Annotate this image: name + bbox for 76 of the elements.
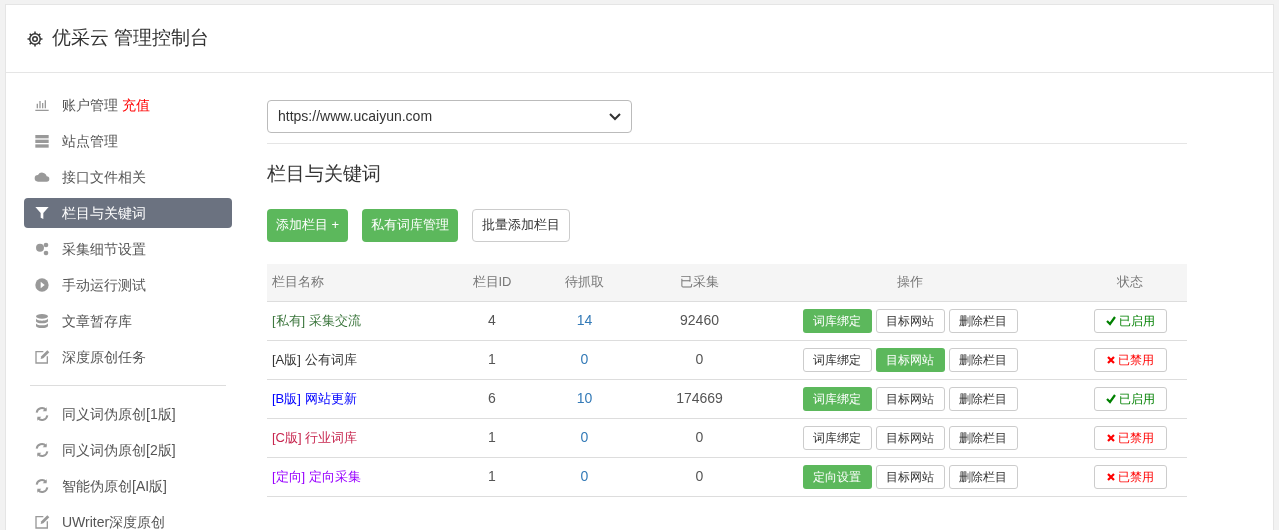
filter-icon [34,205,50,221]
caret-icon [609,112,621,121]
refresh-icon [34,478,50,494]
table-cell-text: 0 [579,467,590,486]
table-cell-text: 1 [487,428,497,447]
column-name[interactable]: [C版] 行业词库 [267,427,467,448]
sidebar-item[interactable]: 文章暂存库 [24,306,232,336]
action-button[interactable]: 删除栏目 [948,347,1018,372]
column-name[interactable]: [定向] 定向采集 [267,466,467,487]
site-select[interactable]: https://www.ucaiyun.com [267,100,632,133]
server-icon [34,133,50,149]
action-button[interactable]: 目标网站 [875,464,945,489]
action-button[interactable]: 目标网站 [875,386,945,411]
action-button[interactable]: 删除栏目 [948,386,1018,411]
refresh-icon [34,442,50,458]
column-header: 栏目ID [471,273,513,292]
check-icon [1105,393,1116,404]
column-header: 栏目名称 [271,273,325,292]
settings-icon [26,29,44,48]
recharge-link[interactable]: 充值 [122,94,150,116]
sidebar-item[interactable]: UWriter深度原创 [24,507,232,530]
toolbar-button[interactable]: 批量添加栏目 [472,208,571,242]
sidebar-item[interactable]: 栏目与关键词 [24,198,232,228]
close-icon [1106,433,1115,442]
status-button[interactable]: 已禁用 [1093,347,1167,372]
edit-icon [34,514,50,530]
action-button[interactable]: 删除栏目 [948,308,1018,333]
table-cell-text: 1 [487,467,497,486]
status-button[interactable]: 已禁用 [1093,425,1167,450]
sidebar-item[interactable]: 采集细节设置 [24,234,232,264]
status-button[interactable]: 已启用 [1093,386,1167,411]
edit-icon [34,349,50,365]
sidebar-item[interactable]: 手动运行测试 [24,270,232,300]
sidebar-item[interactable]: 站点管理 [24,126,232,156]
sidebar-item[interactable]: 同义词伪原创[1版] [24,399,232,429]
bar-chart-icon [34,97,50,113]
table-cell-text: 14 [575,311,594,330]
close-icon [1106,355,1115,364]
sidebar-item[interactable]: 智能伪原创[AI版] [24,471,232,501]
section-title: 栏目与关键词 [267,162,382,186]
sidebar-item[interactable]: 账户管理 充值 [24,90,232,120]
column-header: 操作 [896,273,924,292]
table-cell-text: 1 [487,350,497,369]
table-cell-text: 6 [487,389,497,408]
action-button[interactable]: 目标网站 [875,308,945,333]
column-header: 状态 [1116,273,1144,292]
action-button[interactable]: 目标网站 [875,425,945,450]
refresh-icon [34,406,50,422]
play-icon [34,277,50,293]
sidebar-item[interactable]: 接口文件相关 [24,162,232,192]
action-button[interactable]: 词库绑定 [802,347,872,372]
column-name[interactable]: [B版] 网站更新 [267,388,467,409]
column-name[interactable]: [A版] 公有词库 [267,349,467,370]
close-icon [1106,472,1115,481]
action-button[interactable]: 删除栏目 [948,425,1018,450]
table-cell-text: 0 [579,428,590,447]
table-cell-text: 4 [487,311,497,330]
status-button[interactable]: 已禁用 [1093,464,1167,489]
database-icon [34,313,50,329]
table-cell-text: 10 [575,389,594,408]
column-header: 待抓取 [564,273,605,292]
table-cell-text: 0 [579,350,590,369]
console-title: 优采云 管理控制台 [52,26,210,51]
table-cell-text: 0 [694,350,705,369]
table-cell-text: 0 [694,428,705,447]
column-name[interactable]: [私有] 采集交流 [267,310,467,331]
table-cell-text: 92460 [679,311,720,330]
column-header: 已采集 [679,273,720,292]
sidebar-item[interactable]: 深度原创任务 [24,342,232,372]
sidebar-item[interactable]: 同义词伪原创[2版] [24,435,232,465]
check-icon [1105,315,1116,326]
action-button[interactable]: 删除栏目 [948,464,1018,489]
table-cell-text: 174669 [675,389,724,408]
table-cell-text: 0 [694,467,705,486]
status-button[interactable]: 已启用 [1093,308,1167,333]
action-button[interactable]: 词库绑定 [802,425,872,450]
